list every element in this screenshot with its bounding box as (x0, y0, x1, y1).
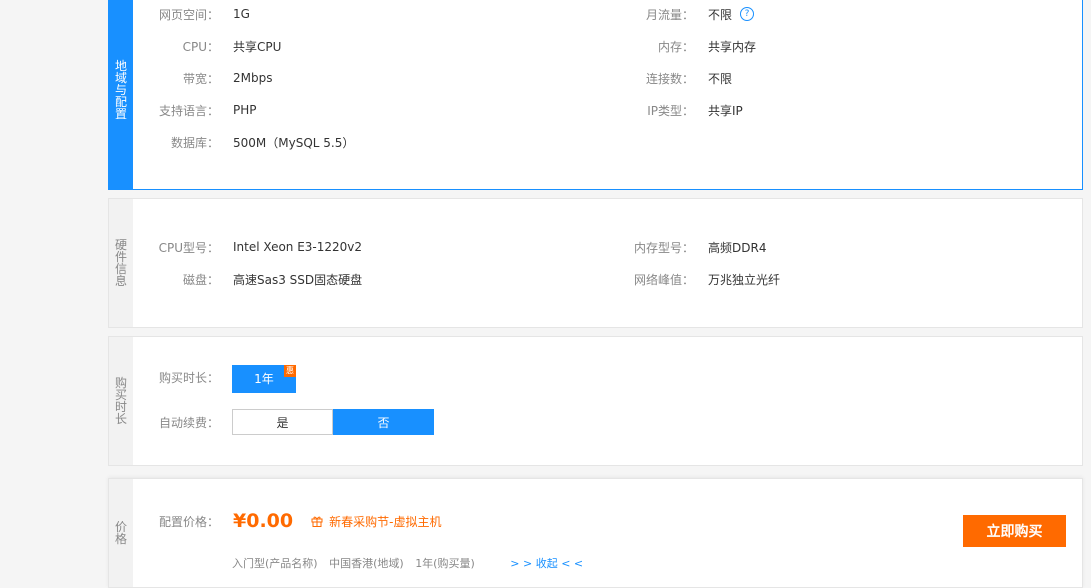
hardware-row-network: 网络峰值： 万兆独立光纤 (633, 272, 781, 287)
buy-now-button[interactable]: 立即购买 (963, 515, 1066, 547)
collapse-link[interactable]: > > 收起 < < (510, 557, 583, 570)
config-row-language: 支持语言： PHP (158, 103, 257, 118)
hardware-side-tab: 硬件信息 (109, 199, 133, 327)
price-amount: ¥0.00 (233, 510, 294, 532)
hardware-row-memory: 内存型号： 高频DDR4 (633, 240, 767, 255)
config-side-tab: 地域与配置 (109, 0, 133, 189)
period-1-year-button[interactable]: 1年 惠 (232, 365, 296, 393)
duration-renew-row: 自动续费： (158, 415, 219, 430)
promo-link[interactable]: 新春采购节-虚拟主机 (311, 513, 441, 530)
config-row-space: 网页空间： 1G (158, 7, 250, 22)
duration-period-row: 购买时长： (158, 370, 219, 385)
gift-icon (311, 516, 323, 527)
config-row-memory: 内存： 共享内存 (657, 39, 757, 54)
duration-section: 购买时长 购买时长： 1年 惠 自动续费： 是 否 (108, 336, 1083, 466)
config-row-traffic: 月流量： 不限 ? (584, 4, 755, 24)
auto-renew-no-button[interactable]: 否 (333, 409, 434, 435)
config-row-cpu: CPU： 共享CPU (182, 39, 282, 54)
duration-side-tab: 购买时长 (109, 337, 133, 465)
price-row: 配置价格： ¥0.00 新春采购节-虚拟主机 (158, 510, 442, 532)
auto-renew-toggle: 是 否 (232, 409, 434, 435)
hardware-row-disk: 磁盘： 高速Sas3 SSD固态硬盘 (182, 272, 363, 287)
config-row-database: 数据库： 500M（MySQL 5.5） (170, 135, 355, 150)
config-row-bandwidth: 带宽： 2Mbps (182, 71, 273, 86)
config-section: 地域与配置 网页空间： 1G CPU： 共享CPU 带宽： 2Mbps 支持语言… (108, 0, 1083, 190)
discount-badge: 惠 (284, 365, 296, 377)
config-row-ip: IP类型： 共享IP (647, 103, 743, 118)
order-summary: 入门型(产品名称) 中国香港(地域) 1年(购买量) > > 收起 < < (232, 557, 584, 570)
hardware-section: 硬件信息 CPU型号： Intel Xeon E3-1220v2 磁盘： 高速S… (108, 198, 1083, 328)
price-section: 价格 配置价格： ¥0.00 新春采购节-虚拟主机 立即购买 入门型(产品名称)… (108, 478, 1083, 588)
hardware-row-cpu: CPU型号： Intel Xeon E3-1220v2 (158, 240, 363, 255)
auto-renew-yes-button[interactable]: 是 (232, 409, 333, 435)
config-row-connections: 连接数： 不限 (645, 71, 733, 86)
price-side-tab: 价格 (109, 479, 133, 587)
help-icon[interactable]: ? (740, 7, 755, 21)
